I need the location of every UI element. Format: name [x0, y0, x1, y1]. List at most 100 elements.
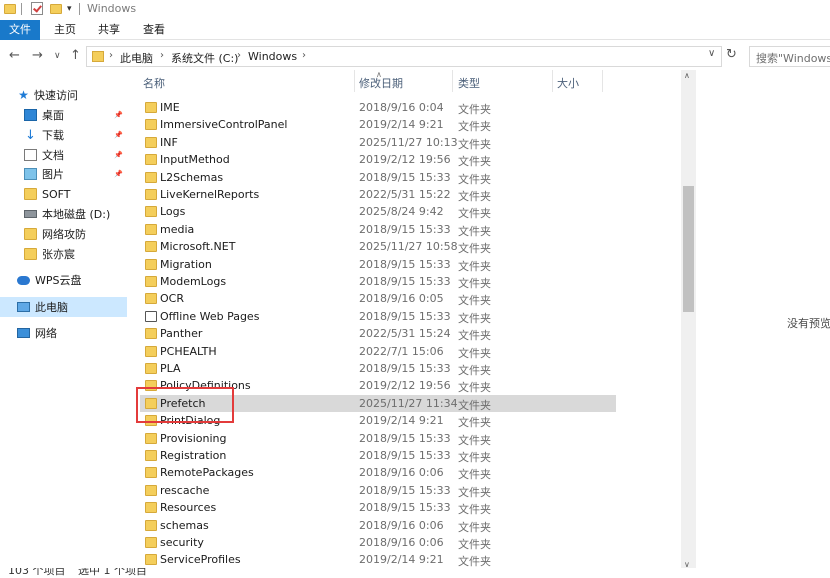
nav-item[interactable]: 此电脑	[0, 297, 127, 317]
file-name: L2Schemas	[160, 170, 224, 184]
up-button[interactable]: ↑	[70, 48, 81, 63]
nav-item[interactable]: 本地磁盘 (D:)	[0, 204, 127, 224]
nav-item-label: 图片	[42, 168, 64, 181]
table-row[interactable]: rescache 2018/9/15 15:33 文件夹	[140, 482, 616, 499]
breadcrumb-this-pc[interactable]: 此电脑	[120, 50, 153, 66]
tab-view[interactable]: 查看	[139, 20, 169, 40]
column-divider[interactable]	[452, 70, 453, 92]
table-row[interactable]: L2Schemas 2018/9/15 15:33 文件夹	[140, 169, 616, 186]
folder-icon	[145, 328, 157, 340]
column-header-name[interactable]: 名称	[143, 75, 165, 91]
special-folder-icon	[145, 310, 157, 322]
breadcrumb-separator[interactable]: ›	[237, 50, 241, 61]
ribbon: 文件 主页 共享 查看	[0, 20, 830, 40]
table-row[interactable]: Registration 2018/9/15 15:33 文件夹	[140, 447, 616, 464]
file-type: 文件夹	[458, 433, 491, 447]
table-row[interactable]: Resources 2018/9/15 15:33 文件夹	[140, 499, 616, 516]
table-row[interactable]: RemotePackages 2018/9/16 0:06 文件夹	[140, 464, 616, 481]
table-row[interactable]: OCR 2018/9/16 0:05 文件夹	[140, 290, 616, 307]
table-row[interactable]: LiveKernelReports 2022/5/31 15:22 文件夹	[140, 186, 616, 203]
back-button[interactable]: ←	[9, 48, 20, 63]
file-name: ServiceProfiles	[160, 553, 241, 567]
nav-item[interactable]: 张亦宸	[0, 244, 127, 264]
nav-item[interactable]: 文档 📌	[0, 145, 127, 165]
file-type: 文件夹	[458, 398, 491, 412]
table-row[interactable]: security 2018/9/16 0:06 文件夹	[140, 534, 616, 551]
nav-item[interactable]: 网络	[0, 323, 127, 343]
table-row[interactable]: PCHEALTH 2022/7/1 15:06 文件夹	[140, 343, 616, 360]
breadcrumb-separator[interactable]: ›	[302, 50, 306, 61]
tab-home[interactable]: 主页	[50, 20, 80, 40]
file-date: 2018/9/16 0:06	[359, 466, 444, 480]
nav-item[interactable]: 桌面 📌	[0, 105, 127, 125]
column-header-type[interactable]: 类型	[458, 75, 480, 91]
folder-icon	[145, 363, 157, 374]
file-type: 文件夹	[458, 329, 491, 343]
nav-item[interactable]: 网络攻防	[0, 224, 127, 244]
address-bar[interactable]: › 此电脑 › 系统文件 (C:) › Windows ›	[86, 46, 722, 67]
column-divider[interactable]	[602, 70, 603, 92]
column-header-date[interactable]: 修改日期	[359, 75, 403, 91]
document-icon	[24, 149, 37, 161]
file-type: 文件夹	[458, 137, 491, 151]
customize-toolbar-icon[interactable]: ▾	[67, 1, 72, 16]
nav-item[interactable]: ↓ 下载 📌	[0, 125, 127, 145]
table-row[interactable]: Logs 2025/8/24 9:42 文件夹	[140, 203, 616, 220]
table-row[interactable]: PLA 2018/9/15 15:33 文件夹	[140, 360, 616, 377]
annotation-highlight-box	[136, 387, 234, 423]
column-header-size[interactable]: 大小	[557, 75, 579, 91]
column-divider[interactable]	[354, 70, 355, 92]
nav-item[interactable]: ★ 快速访问	[0, 85, 127, 105]
file-name: ModemLogs	[160, 275, 227, 288]
table-row[interactable]: ImmersiveControlPanel 2019/2/14 9:21 文件夹	[140, 116, 616, 133]
file-name: Panther	[160, 327, 203, 341]
new-folder-icon[interactable]	[50, 1, 62, 16]
table-row[interactable]: Provisioning 2018/9/15 15:33 文件夹	[140, 430, 616, 447]
file-date: 2018/9/15 15:33	[359, 362, 451, 375]
breadcrumb-separator[interactable]: ›	[160, 50, 164, 61]
refresh-icon[interactable]: ↻	[726, 47, 737, 62]
table-row[interactable]: schemas 2018/9/16 0:06 文件夹	[140, 517, 616, 534]
address-dropdown-icon[interactable]: ∨	[708, 48, 715, 59]
breadcrumb-separator: ›	[109, 50, 113, 61]
scroll-up-icon[interactable]: ∧	[684, 71, 690, 80]
table-row[interactable]: ServiceProfiles 2019/2/14 9:21 文件夹	[140, 551, 616, 568]
table-row[interactable]: IME 2018/9/16 0:04 文件夹	[140, 99, 616, 116]
table-row[interactable]: Migration 2018/9/15 15:33 文件夹	[140, 256, 616, 273]
table-row[interactable]: media 2018/9/15 15:33 文件夹	[140, 221, 616, 238]
forward-button[interactable]: →	[32, 48, 43, 63]
folder-icon	[145, 276, 157, 287]
file-type: 文件夹	[458, 503, 491, 517]
properties-icon[interactable]	[31, 1, 43, 16]
drive-icon	[24, 210, 37, 218]
file-name: RemotePackages	[160, 466, 254, 480]
breadcrumb-drive-c[interactable]: 系统文件 (C:)	[171, 50, 238, 66]
nav-item[interactable]: 图片 📌	[0, 164, 127, 184]
nav-item[interactable]: SOFT	[0, 184, 127, 204]
vertical-scrollbar[interactable]: ∧ ∨	[681, 70, 696, 570]
file-type: 文件夹	[458, 277, 491, 290]
pin-icon: 📌	[114, 151, 123, 159]
file-date: 2018/9/15 15:33	[359, 222, 451, 236]
file-type: 文件夹	[458, 172, 491, 186]
table-row[interactable]: INF 2025/11/27 10:13 文件夹	[140, 134, 616, 151]
scrollbar-thumb[interactable]	[683, 186, 694, 312]
breadcrumb-windows[interactable]: Windows	[248, 50, 297, 63]
table-row[interactable]: Microsoft.NET 2025/11/27 10:58 文件夹	[140, 238, 616, 255]
selection-count: 选中 1 个项目	[78, 568, 147, 577]
title-bar: ▾ Windows	[0, 0, 830, 18]
tab-file[interactable]: 文件	[0, 20, 40, 40]
file-date: 2022/7/1 15:06	[359, 344, 444, 358]
table-row[interactable]: InputMethod 2019/2/12 19:56 文件夹	[140, 151, 616, 168]
recent-locations-button[interactable]: ∨	[54, 51, 61, 61]
file-type: 文件夹	[458, 346, 491, 360]
nav-item[interactable]: WPS云盘	[0, 270, 127, 290]
tab-share[interactable]: 共享	[94, 20, 124, 40]
search-input[interactable]: 搜索"Windows"	[749, 46, 830, 67]
table-row[interactable]: ModemLogs 2018/9/15 15:33 文件夹	[140, 273, 616, 290]
table-row[interactable]: Panther 2022/5/31 15:24 文件夹	[140, 325, 616, 342]
file-name: Logs	[160, 205, 186, 219]
column-divider[interactable]	[552, 70, 553, 92]
table-row[interactable]: Offline Web Pages 2018/9/15 15:33 文件夹	[140, 308, 616, 325]
folder-icon	[145, 502, 157, 514]
